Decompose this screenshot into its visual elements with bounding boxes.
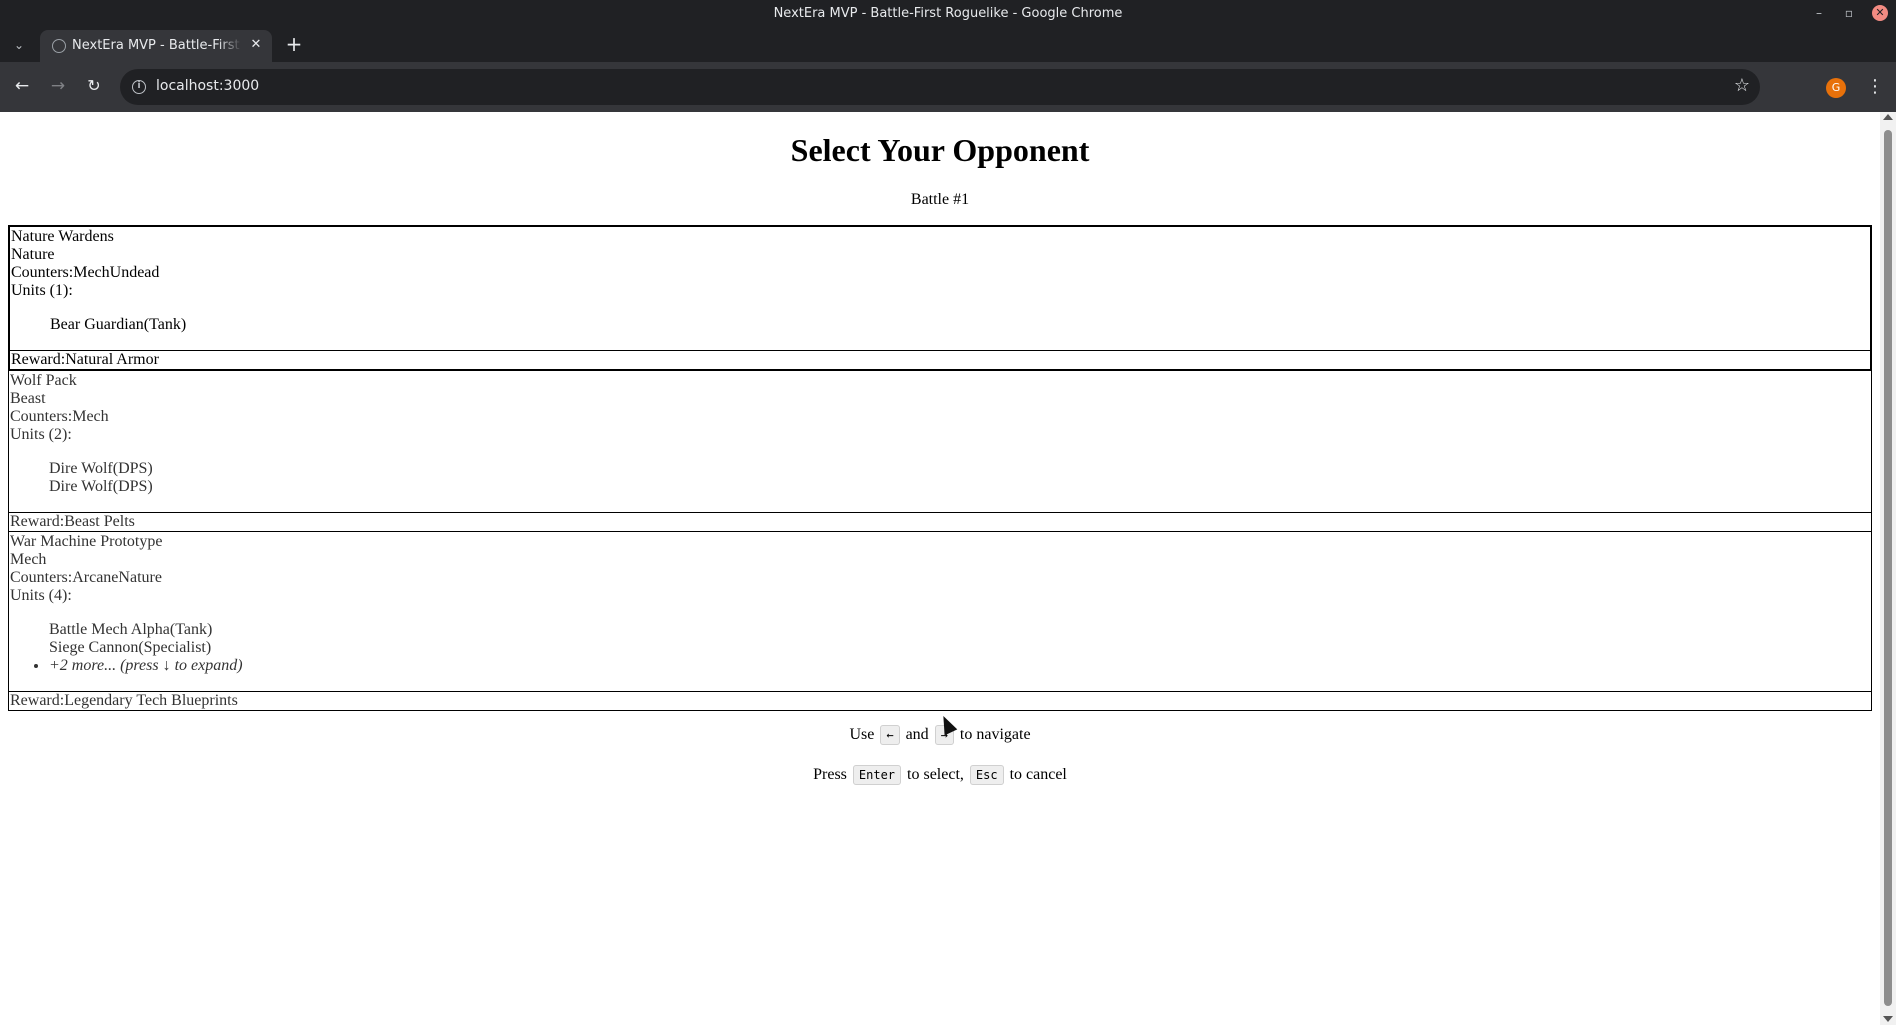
profile-avatar[interactable]: G xyxy=(1826,78,1846,98)
unit-item: Battle Mech Alpha(Tank) xyxy=(49,621,213,638)
unit-item: Dire Wolf(DPS) xyxy=(49,460,153,477)
scroll-down-icon[interactable] xyxy=(1883,1016,1893,1022)
tab-active[interactable]: NextEra MVP - Battle-First Roguelike ✕ xyxy=(40,30,272,62)
reward-label: Reward: xyxy=(11,351,66,368)
maximize-icon[interactable]: ▫ xyxy=(1840,4,1858,22)
reward-value: Legendary Tech Blueprints xyxy=(64,692,238,709)
kebab-menu-icon[interactable]: ⋮ xyxy=(1866,75,1884,99)
minimize-icon[interactable]: – xyxy=(1810,4,1828,22)
reward-value: Natural Armor xyxy=(65,351,159,368)
counters-value: ArcaneNature xyxy=(72,569,162,586)
counters-value: Mech xyxy=(72,408,109,425)
opponent-reward: Reward:Beast Pelts xyxy=(9,512,1871,531)
browser-toolbar: ← → ↻ i localhost:3000 ☆ G ⋮ xyxy=(0,62,1896,112)
counters-label: Counters: xyxy=(10,408,73,425)
page-scrollbar[interactable] xyxy=(1880,112,1896,1025)
window-titlebar: NextEra MVP - Battle-First Roguelike - G… xyxy=(0,0,1896,26)
hint-text: to navigate xyxy=(959,726,1031,743)
expand-more-item[interactable]: +2 more... (press ↓ to expand) xyxy=(49,657,1871,675)
forward-button[interactable]: → xyxy=(46,74,70,98)
hint-text: to cancel xyxy=(1009,766,1067,783)
hint-text: and xyxy=(905,726,929,743)
scrollbar-thumb[interactable] xyxy=(1884,130,1892,1006)
opponent-reward: Reward:Legendary Tech Blueprints xyxy=(9,691,1871,710)
left-arrow-key: ← xyxy=(880,725,900,745)
unit-item: Siege Cannon(Specialist) xyxy=(49,639,212,656)
tab-strip: ⌄ NextEra MVP - Battle-First Roguelike ✕… xyxy=(0,26,1896,62)
opponent-counters: Counters:Mech xyxy=(10,408,1870,426)
reward-value: Beast Pelts xyxy=(64,513,135,530)
unit-list: Bear Guardian(Tank) xyxy=(10,316,1870,334)
hint-text: Press xyxy=(813,766,847,783)
opponent-name: Wolf Pack xyxy=(10,372,77,389)
hint-text: Use xyxy=(849,726,875,743)
scroll-up-icon[interactable] xyxy=(1883,114,1893,120)
counters-label: Counters: xyxy=(10,569,73,586)
esc-key: Esc xyxy=(969,765,1004,785)
window-title: NextEra MVP - Battle-First Roguelike - G… xyxy=(773,6,1123,21)
opponent-faction: Nature xyxy=(11,246,55,263)
opponent-name: Nature Wardens xyxy=(11,228,114,245)
page-viewport: Select Your Opponent Battle #1 Nature Wa… xyxy=(0,112,1880,1025)
page-title: Select Your Opponent xyxy=(790,132,1090,168)
counters-value: MechUndead xyxy=(73,264,160,281)
opponent-card[interactable]: Nature Wardens Nature Counters:MechUndea… xyxy=(8,225,1872,371)
opponent-reward: Reward:Natural Armor xyxy=(10,350,1870,369)
units-label: Units (4): xyxy=(10,587,72,604)
opponent-faction: Mech xyxy=(10,551,47,568)
enter-key: Enter xyxy=(852,765,902,785)
opponent-name: War Machine Prototype xyxy=(10,533,163,550)
units-label: Units (1): xyxy=(11,282,73,299)
globe-icon xyxy=(52,39,66,53)
bookmark-star-icon[interactable]: ☆ xyxy=(1734,75,1750,96)
tab-search-icon[interactable]: ⌄ xyxy=(8,34,30,56)
new-tab-button[interactable]: + xyxy=(282,32,306,56)
reward-label: Reward: xyxy=(10,692,65,709)
opponent-counters: Counters:MechUndead xyxy=(11,264,1869,282)
select-hint: Press Enter to select, Esc to cancel xyxy=(0,764,1880,786)
site-info-icon[interactable]: i xyxy=(132,80,146,94)
address-bar[interactable]: i localhost:3000 ☆ xyxy=(120,69,1760,105)
opponent-list: Nature Wardens Nature Counters:MechUndea… xyxy=(8,225,1872,711)
unit-item: Dire Wolf(DPS) xyxy=(49,478,153,495)
back-button[interactable]: ← xyxy=(10,74,34,98)
opponent-faction: Beast xyxy=(10,390,46,407)
hint-text: to select, xyxy=(907,766,964,783)
url-text[interactable]: localhost:3000 xyxy=(156,78,259,94)
unit-item: Bear Guardian(Tank) xyxy=(50,316,187,333)
unit-list: Dire Wolf(DPS) Dire Wolf(DPS) xyxy=(9,460,1871,496)
opponent-card[interactable]: Wolf Pack Beast Counters:Mech Units (2):… xyxy=(8,371,1872,532)
opponent-card[interactable]: War Machine Prototype Mech Counters:Arca… xyxy=(8,532,1872,711)
unit-list: Battle Mech Alpha(Tank) Siege Cannon(Spe… xyxy=(9,621,1871,675)
tab-close-icon[interactable]: ✕ xyxy=(248,37,264,53)
tab-title: NextEra MVP - Battle-First Roguelike xyxy=(72,38,242,53)
units-label: Units (2): xyxy=(10,426,72,443)
reload-button[interactable]: ↻ xyxy=(82,74,106,98)
close-window-icon[interactable]: ✕ xyxy=(1872,5,1888,21)
opponent-counters: Counters:ArcaneNature xyxy=(10,569,1870,587)
battle-number: Battle #1 xyxy=(910,191,970,208)
counters-label: Counters: xyxy=(11,264,74,281)
reward-label: Reward: xyxy=(10,513,65,530)
